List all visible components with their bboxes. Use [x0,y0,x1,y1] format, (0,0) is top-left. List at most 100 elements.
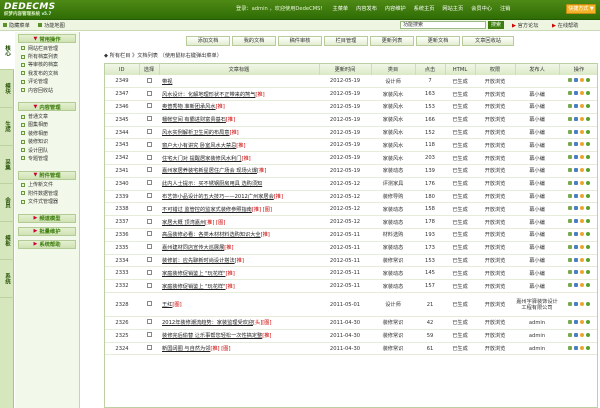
menu-item-comments[interactable]: 评论管理 [15,78,79,86]
article-title-link[interactable]: 幡帐空间 有霸进财富贵基石 [162,117,226,123]
menu-item-all-archives[interactable]: 所有档案列表 [15,52,79,60]
my-documents-button[interactable]: 我的文档 [232,36,276,46]
article-title-link[interactable]: 嘉州家居养装宅新星居住广场会 现场火爆 [162,168,257,174]
nav-logout[interactable]: 注销 [496,5,514,12]
edit-icon[interactable] [568,319,572,324]
article-title-link[interactable]: 布艺饰小品设计的五大技巧——2012广州家居会 [162,194,274,200]
delete-icon[interactable] [586,193,590,198]
move-icon[interactable] [580,219,584,224]
row-checkbox[interactable] [146,154,152,160]
move-icon[interactable] [580,142,584,147]
delete-icon[interactable] [586,231,590,236]
menu-item-topics[interactable]: 专题管理 [15,154,79,162]
online-help-link[interactable]: ▶ 在线帮助 [552,22,578,29]
row-checkbox[interactable] [146,90,152,96]
article-title-link[interactable]: 装修前：应先聊新时尚设计搭法 [162,258,235,264]
menu-item-upload[interactable]: 上传新文件 [15,181,79,189]
row-checkbox[interactable] [146,193,152,199]
article-title-link[interactable]: 2012年装修潮流趋势：家装监理受欢迎 [162,320,253,326]
view-icon[interactable] [574,91,578,96]
move-icon[interactable] [580,206,584,211]
row-checkbox[interactable] [146,167,152,173]
edit-icon[interactable] [568,345,572,350]
move-icon[interactable] [580,91,584,96]
update-list-button[interactable]: 更新列表 [370,36,414,46]
update-document-button[interactable]: 更新文档 [416,36,460,46]
view-icon[interactable] [574,257,578,262]
nav-member-center[interactable]: 会员中心 [467,5,496,12]
edit-icon[interactable] [568,206,572,211]
delete-icon[interactable] [586,78,590,83]
move-icon[interactable] [580,193,584,198]
row-checkbox[interactable] [146,345,152,351]
move-icon[interactable] [580,301,584,306]
article-title-link[interactable]: 装修完后偷替 让乐事帮您轻松一次性搞定整 [162,333,262,339]
delete-icon[interactable] [586,283,590,288]
row-checkbox[interactable] [146,282,152,288]
delete-icon[interactable] [586,116,590,121]
view-icon[interactable] [574,219,578,224]
function-search-input[interactable]: 功能搜索 [400,21,486,29]
menu-item-decor-knowledge[interactable]: 装修知识 [15,138,79,146]
article-title-link[interactable]: 不可错过 监管控的监家式装修参照指南 [162,207,252,213]
review-button[interactable]: 稿件审核 [278,36,322,46]
edit-icon[interactable] [568,78,572,83]
menu-group-attachments[interactable]: ▼ 附件管理 [18,170,76,180]
article-title-link[interactable]: 王红 [162,302,172,308]
delete-icon[interactable] [586,180,590,185]
article-title-link[interactable]: 新国阔圈 与自然为邻 [162,346,210,352]
view-icon[interactable] [574,142,578,147]
move-icon[interactable] [580,231,584,236]
side-tab-collect[interactable]: 采集 [0,146,14,184]
article-title-link[interactable]: 带视 [162,79,172,85]
edit-icon[interactable] [568,129,572,134]
menu-item-article[interactable]: 普通文章 [15,112,79,120]
edit-icon[interactable] [568,155,572,160]
edit-icon[interactable] [568,142,572,147]
article-title-link[interactable]: 家庭装修促销鉴上 "玩花样" [162,271,225,277]
move-icon[interactable] [580,270,584,275]
edit-icon[interactable] [568,231,572,236]
article-title-link[interactable]: 风水设计：化解地理形状不正带来的煞气 [162,92,255,98]
delete-icon[interactable] [586,129,590,134]
delete-icon[interactable] [586,103,590,108]
menu-item-pending-review[interactable]: 等审核的档案 [15,61,79,69]
edit-icon[interactable] [568,301,572,306]
article-title-link[interactable]: 窗户大小有讲究 卧室风水大禁忌 [162,143,236,149]
row-checkbox[interactable] [146,332,152,338]
column-manage-button[interactable]: 栏目管理 [324,36,368,46]
view-icon[interactable] [574,180,578,185]
row-checkbox[interactable] [146,269,152,275]
menu-group-system-help[interactable]: ▶ 系统帮助 [18,239,76,249]
edit-icon[interactable] [568,244,572,249]
menu-item-attachment-data[interactable]: 附件数据管理 [15,189,79,197]
view-icon[interactable] [574,103,578,108]
delete-icon[interactable] [586,91,590,96]
delete-icon[interactable] [586,319,590,324]
view-icon[interactable] [574,193,578,198]
edit-icon[interactable] [568,257,572,262]
row-checkbox[interactable] [146,231,152,237]
move-icon[interactable] [580,345,584,350]
delete-icon[interactable] [586,345,590,350]
edit-icon[interactable] [568,103,572,108]
row-checkbox[interactable] [146,244,152,250]
view-icon[interactable] [574,155,578,160]
menu-group-content[interactable]: ▼ 内容管理 [18,102,76,112]
move-icon[interactable] [580,283,584,288]
article-title-link[interactable]: 此内人士提示：买不锈钢厨房用具 选购须知 [162,181,262,187]
view-icon[interactable] [574,345,578,350]
quick-menu-button[interactable]: 快捷方式 ▼ [566,4,596,14]
view-icon[interactable] [574,283,578,288]
move-icon[interactable] [580,332,584,337]
official-forum-link[interactable]: ▶ 官方论坛 [512,22,538,29]
view-icon[interactable] [574,78,578,83]
move-icon[interactable] [580,257,584,262]
edit-icon[interactable] [568,219,572,224]
menu-item-file-manager[interactable]: 文件式管理器 [15,197,79,205]
nav-main-menu[interactable]: 主菜单 [329,5,353,12]
hide-menu-link[interactable]: 隐藏菜单 [3,22,30,29]
side-tab-template[interactable]: 模板 [0,222,14,260]
move-icon[interactable] [580,129,584,134]
article-title-link[interactable]: 奥普秀物 准新团承风水 [162,104,216,110]
